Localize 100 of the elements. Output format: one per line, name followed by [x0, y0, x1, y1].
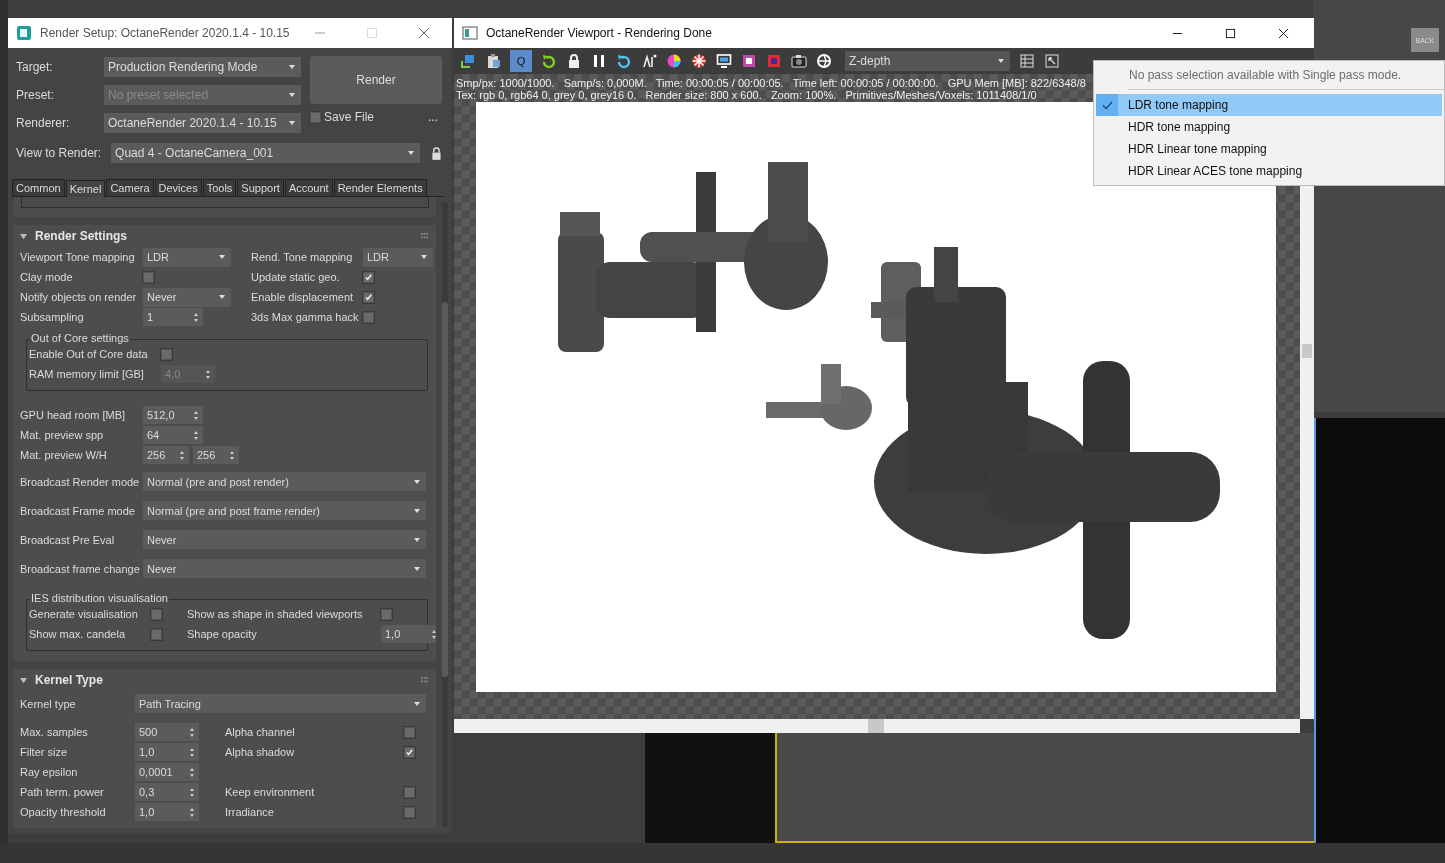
lock-icon[interactable] — [566, 53, 582, 69]
grip-icon[interactable] — [421, 232, 428, 240]
checkbox[interactable] — [404, 726, 415, 738]
checkmark-icon — [1101, 100, 1113, 110]
checkbox[interactable] — [151, 608, 162, 620]
table-icon[interactable] — [1019, 53, 1035, 69]
field-label: Preset: — [16, 88, 55, 102]
spinner-field[interactable]: 1 — [143, 308, 203, 326]
checkbox[interactable] — [404, 806, 415, 818]
field-label: Subsampling — [20, 311, 85, 323]
dropdown[interactable]: Never — [143, 530, 426, 549]
spinner-field[interactable]: 64 — [143, 426, 203, 444]
tab[interactable]: Camera — [106, 179, 154, 196]
scrollbar[interactable] — [442, 202, 448, 827]
checkbox[interactable] — [363, 291, 374, 303]
checkbox[interactable] — [363, 271, 374, 283]
dropdown[interactable]: OctaneRender 2020.1.4 - 10.15 — [104, 113, 301, 133]
field-label: Target: — [16, 60, 54, 74]
dropdown[interactable]: LDR — [143, 247, 231, 267]
field-label: Broadcast Render mode — [20, 475, 139, 488]
dropdown[interactable]: Never — [143, 559, 426, 578]
group-title: Out of Core settings — [30, 332, 130, 344]
spinner-field[interactable]: 0,3 — [135, 783, 199, 801]
field-label: Ray epsilon — [20, 766, 79, 778]
menu-item[interactable]: LDR tone mapping — [1096, 94, 1442, 116]
dropdown[interactable]: Normal (pre and post frame render) — [143, 501, 426, 520]
collapse-triangle-icon[interactable] — [20, 232, 27, 240]
checkbox[interactable] — [363, 311, 374, 323]
more-button[interactable]: ... — [424, 110, 442, 124]
field-label: Broadcast Pre Eval — [20, 533, 116, 546]
checkbox[interactable] — [143, 271, 154, 283]
pass-dropdown[interactable]: Z-depth — [845, 51, 1010, 71]
spinner-field[interactable]: 256 — [193, 446, 239, 464]
spinner-field[interactable]: 0,0001 — [135, 763, 199, 781]
field-label: Clay mode — [20, 271, 74, 283]
tab[interactable]: Support — [237, 179, 284, 196]
checkbox[interactable] — [381, 608, 392, 620]
checkbox[interactable] — [161, 348, 172, 360]
checkbox[interactable] — [404, 786, 415, 798]
refresh-icon[interactable] — [616, 53, 632, 69]
field-label: Opacity threshold — [20, 806, 107, 818]
field-label: Kernel type — [20, 697, 77, 710]
close-icon[interactable] — [1278, 27, 1289, 39]
menu-item[interactable]: HDR Linear ACES tone mapping — [1096, 160, 1442, 182]
lock-icon[interactable] — [431, 145, 442, 161]
window-icon — [462, 25, 478, 41]
crop-icon[interactable] — [741, 53, 757, 69]
menu-item[interactable]: HDR Linear tone mapping — [1096, 138, 1442, 160]
render-button[interactable]: Render — [310, 56, 442, 104]
window-title: OctaneRender Viewport - Rendering Done — [486, 26, 713, 40]
spinner-field[interactable]: 256 — [143, 446, 189, 464]
field-label: Shape opacity — [187, 628, 258, 640]
collapse-triangle-icon[interactable] — [20, 676, 27, 684]
field-label: Filter size — [20, 746, 69, 758]
checkbox-label: Save File — [324, 110, 376, 124]
arrow-icon[interactable] — [460, 53, 476, 69]
monitor-icon[interactable] — [716, 53, 732, 69]
field-label: Broadcast Frame mode — [20, 504, 136, 517]
field-label: Enable Out of Core data — [29, 348, 149, 360]
field-label: Viewport Tone mapping — [20, 251, 136, 263]
checkbox[interactable] — [310, 111, 321, 123]
rollout-title[interactable]: Render Settings — [35, 229, 413, 243]
aperture-icon[interactable] — [816, 53, 832, 69]
spinner-field[interactable]: 1,0 — [135, 743, 199, 761]
spinner-field[interactable]: 500 — [135, 723, 199, 741]
color-wheel-icon[interactable] — [666, 53, 682, 69]
field-label: Show max. candela — [29, 628, 126, 640]
pause-icon[interactable] — [591, 53, 607, 69]
tab[interactable]: Kernel — [65, 180, 106, 197]
dropdown[interactable]: Path Tracing — [135, 694, 426, 713]
checkbox[interactable] — [404, 746, 415, 758]
dropdown[interactable]: Never — [143, 287, 231, 307]
pinwheel-icon[interactable] — [691, 53, 707, 69]
grip-icon[interactable] — [421, 676, 428, 684]
field-label: 3ds Max gamma hack — [251, 311, 359, 323]
field-label: Keep environment — [225, 786, 316, 798]
tab[interactable]: Devices — [154, 179, 202, 196]
tab[interactable]: Common — [12, 179, 65, 196]
menu-item[interactable]: HDR tone mapping — [1096, 116, 1442, 138]
spinner-field[interactable]: 1,0 — [381, 625, 436, 643]
group-title: IES distribution visualisation — [30, 592, 169, 604]
dropdown[interactable]: Production Rendering Mode — [104, 57, 301, 77]
checkbox[interactable] — [151, 628, 162, 640]
window-title: Render Setup: OctaneRender 2020.1.4 - 10.15 — [40, 26, 290, 40]
tab[interactable]: Account — [284, 179, 333, 196]
tab[interactable]: Tools — [202, 179, 237, 196]
dropdown[interactable]: Quad 4 - OctaneCamera_001 — [111, 143, 421, 163]
toggle-button[interactable]: Q — [510, 50, 532, 72]
maximize-icon[interactable] — [1225, 27, 1236, 39]
dropdown[interactable]: LDR — [363, 247, 433, 267]
dropdown[interactable]: Normal (pre and post render) — [143, 472, 426, 491]
scrollbar[interactable] — [454, 719, 1300, 733]
camera-icon[interactable] — [791, 53, 807, 69]
rollout-title[interactable]: Kernel Type — [35, 673, 413, 687]
refresh-icon[interactable] — [541, 53, 557, 69]
tab[interactable]: Render Elements — [333, 179, 427, 196]
expand-icon[interactable] — [1044, 53, 1060, 69]
spinner-field[interactable]: 512,0 — [143, 406, 203, 424]
clipboard-icon[interactable] — [485, 53, 501, 69]
spinner-field[interactable]: 1,0 — [135, 803, 199, 821]
